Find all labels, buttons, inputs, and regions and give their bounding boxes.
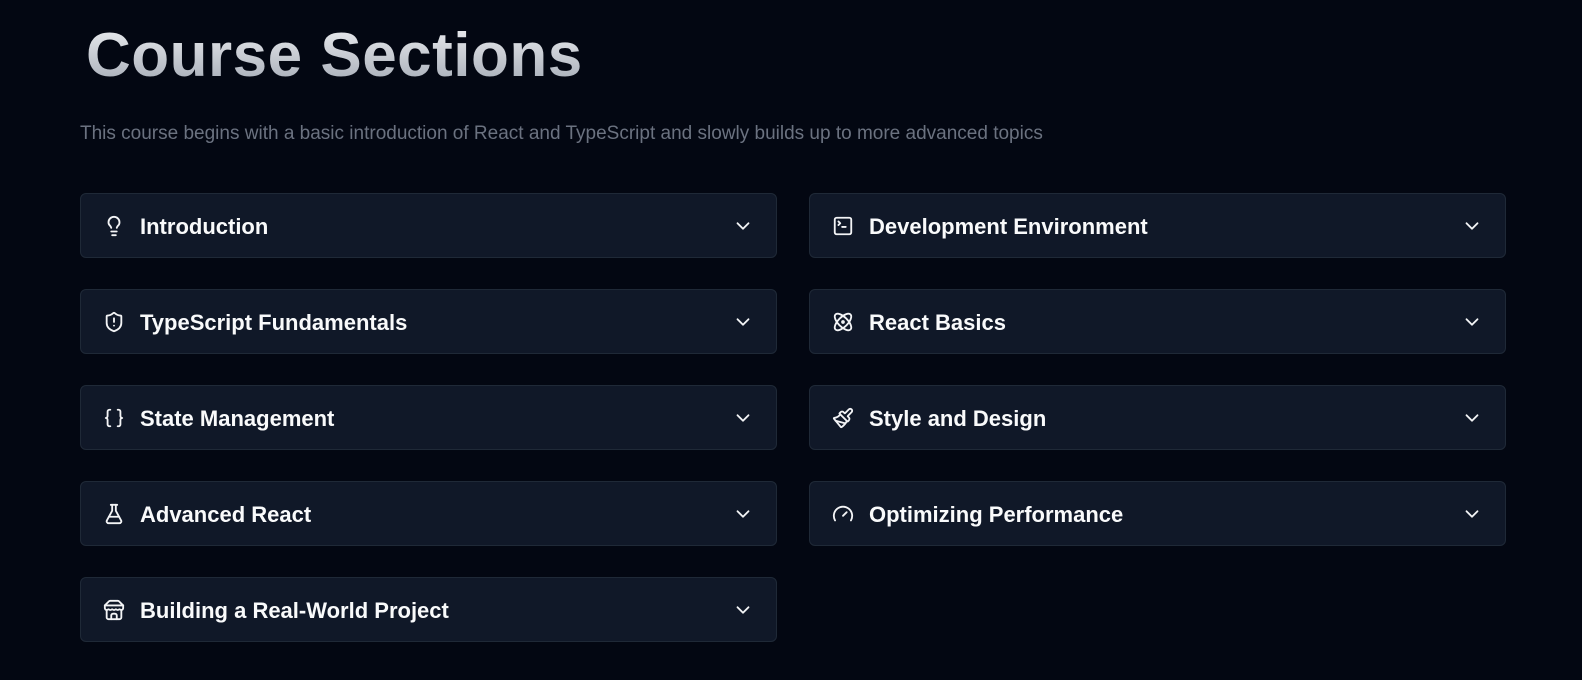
chevron-down-icon[interactable] (732, 503, 754, 525)
course-sections-page: Course Sections This course begins with … (0, 0, 1582, 680)
flask-icon (102, 502, 126, 526)
atom-icon (831, 310, 855, 334)
section-label: TypeScript Fundamentals (140, 310, 408, 335)
section-label: Optimizing Performance (869, 502, 1124, 527)
section-state-management[interactable]: State Management (80, 385, 777, 450)
chevron-down-icon[interactable] (1461, 503, 1483, 525)
braces-icon (102, 406, 126, 430)
chevron-down-icon[interactable] (732, 311, 754, 333)
lightbulb-icon (102, 214, 126, 238)
section-advanced-react[interactable]: Advanced React (80, 481, 777, 546)
section-typescript-fundamentals[interactable]: TypeScript Fundamentals (80, 289, 777, 354)
gauge-icon (831, 502, 855, 526)
section-label: React Basics (869, 310, 1006, 335)
store-icon (102, 598, 126, 622)
chevron-down-icon[interactable] (1461, 407, 1483, 429)
section-building-real-world-project[interactable]: Building a Real-World Project (80, 577, 777, 642)
paintbrush-icon (831, 406, 855, 430)
terminal-icon (831, 214, 855, 238)
section-development-environment[interactable]: Development Environment (809, 193, 1506, 258)
page-title: Course Sections (86, 18, 583, 94)
chevron-down-icon[interactable] (732, 407, 754, 429)
section-style-and-design[interactable]: Style and Design (809, 385, 1506, 450)
chevron-down-icon[interactable] (1461, 311, 1483, 333)
section-label: Development Environment (869, 214, 1148, 239)
chevron-down-icon[interactable] (732, 599, 754, 621)
page-subtitle: This course begins with a basic introduc… (80, 123, 1043, 144)
shield-alert-icon (102, 310, 126, 334)
chevron-down-icon[interactable] (1461, 215, 1483, 237)
section-label: Introduction (140, 214, 269, 239)
section-label: State Management (140, 406, 335, 431)
section-react-basics[interactable]: React Basics (809, 289, 1506, 354)
chevron-down-icon[interactable] (732, 215, 754, 237)
section-label: Building a Real-World Project (140, 598, 449, 623)
section-optimizing-performance[interactable]: Optimizing Performance (809, 481, 1506, 546)
section-label: Style and Design (869, 406, 1047, 431)
section-label: Advanced React (140, 502, 312, 527)
section-introduction[interactable]: Introduction (80, 193, 777, 258)
